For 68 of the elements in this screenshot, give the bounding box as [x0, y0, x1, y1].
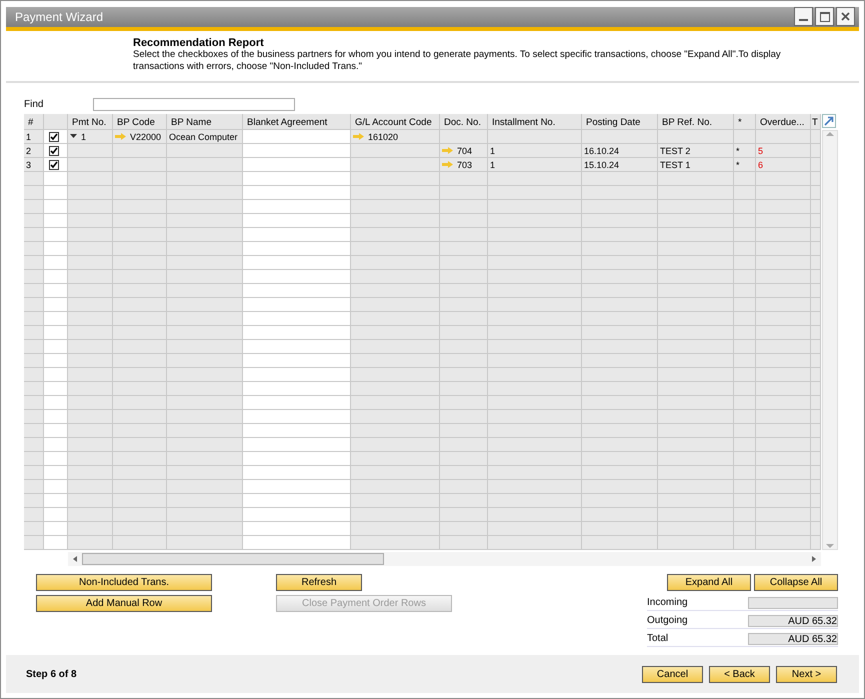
- overdue-days: 6: [758, 160, 764, 170]
- close-button[interactable]: [836, 7, 855, 26]
- wizard-button[interactable]: Cancel: [642, 666, 703, 683]
- minimize-button[interactable]: [794, 7, 813, 26]
- column-header[interactable]: #: [24, 114, 44, 130]
- posting-date: 15.10.24: [584, 160, 620, 170]
- row-checkbox[interactable]: [49, 160, 59, 170]
- column-header[interactable]: Doc. No.: [440, 114, 488, 130]
- wizard-button[interactable]: Next >: [776, 666, 837, 683]
- arrow-icon: [442, 147, 453, 154]
- document-number: 704: [457, 146, 472, 156]
- row-number: 3: [26, 160, 32, 170]
- expand-grid-icon[interactable]: [822, 114, 836, 128]
- bp-name: Ocean Computer: [169, 132, 238, 142]
- column-header[interactable]: Posting Date: [582, 114, 658, 130]
- total-label: Total: [647, 633, 668, 644]
- close-icon: [841, 12, 850, 22]
- column-header[interactable]: G/L Account Code: [351, 114, 440, 130]
- flag-text: *: [736, 160, 740, 170]
- arrow-icon: [442, 161, 453, 168]
- column-header[interactable]: Blanket Agreement: [243, 114, 351, 130]
- find-label: Find: [24, 98, 44, 110]
- posting-date: 16.10.24: [584, 146, 620, 156]
- arrow-icon: [353, 133, 364, 140]
- row-number: 2: [26, 146, 32, 156]
- gl-account-code: 161020: [368, 132, 398, 142]
- column-header[interactable]: *: [734, 114, 756, 130]
- action-button[interactable]: Expand All: [667, 574, 751, 592]
- window-title: Payment Wizard: [15, 10, 104, 24]
- maximize-button[interactable]: [815, 7, 834, 26]
- column-header[interactable]: BP Name: [167, 114, 243, 130]
- action-button[interactable]: Collapse All: [754, 574, 838, 592]
- minimize-icon: [799, 19, 808, 22]
- bp-code: V22000: [130, 132, 162, 142]
- find-field[interactable]: [93, 98, 295, 111]
- action-button[interactable]: Non-Included Trans.: [36, 574, 212, 592]
- column-header[interactable]: Pmt No.: [68, 114, 113, 130]
- row-checkbox[interactable]: [49, 146, 59, 156]
- scroll-thumb[interactable]: [82, 553, 384, 566]
- bp-reference: TEST 1: [660, 160, 690, 170]
- total-value: AUD 65.32: [748, 614, 838, 627]
- document-number: 703: [457, 160, 472, 170]
- total-label: Outgoing: [647, 615, 688, 626]
- payment-number: 1: [81, 132, 86, 142]
- total-value: AUD 65.32: [748, 632, 838, 645]
- horizontal-scrollbar[interactable]: [68, 552, 821, 566]
- installment-number: 1: [490, 146, 496, 156]
- row-number: 1: [26, 132, 32, 142]
- report-description: Select the checkboxes of the business partners for whom you intend to generate payments. To select specific transactions, choose "Expand All".To display transactions with errors, choose "Non-Included Trans.": [133, 48, 782, 73]
- collapse-caret-icon[interactable]: [70, 134, 77, 140]
- column-header[interactable]: Installment No.: [488, 114, 582, 130]
- step-indicator: Step 6 of 8: [26, 668, 77, 680]
- wizard-button[interactable]: < Back: [709, 666, 770, 683]
- bp-reference: TEST 2: [660, 146, 690, 156]
- column-header[interactable]: T: [811, 114, 821, 130]
- row-checkbox[interactable]: [49, 132, 59, 142]
- flag-text: *: [736, 146, 740, 156]
- column-header[interactable]: Overdue...: [756, 114, 811, 130]
- total-label: Incoming: [647, 597, 688, 608]
- report-title: Recommendation Report: [133, 36, 265, 49]
- action-button[interactable]: Add Manual Row: [36, 595, 212, 612]
- column-header[interactable]: BP Code: [113, 114, 167, 130]
- arrow-icon: [115, 133, 126, 140]
- action-button[interactable]: Refresh: [276, 574, 362, 592]
- overdue-days: 5: [758, 146, 764, 156]
- column-header[interactable]: BP Ref. No.: [658, 114, 734, 130]
- maximize-icon: [820, 12, 830, 22]
- installment-number: 1: [490, 160, 496, 170]
